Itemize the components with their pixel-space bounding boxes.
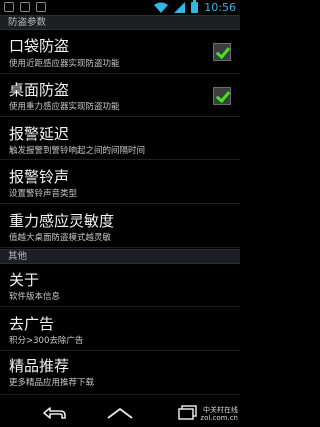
desktop-anti-theft-checkbox[interactable] <box>213 87 231 105</box>
notification-icon <box>20 2 30 12</box>
navigation-bar: 中关村在线 zol.com.cn <box>0 400 240 427</box>
setting-about[interactable]: 关于 软件版本信息 <box>0 264 240 307</box>
section-header-label: 其他 <box>8 251 28 262</box>
status-bar: 10:56 <box>0 0 240 15</box>
setting-summary: 软件版本信息 <box>9 292 61 302</box>
setting-desktop-anti-theft[interactable]: 桌面防盗 使用重力感应器实现防盗功能 <box>0 74 240 117</box>
setting-title: 去广告 <box>9 315 55 333</box>
wifi-icon <box>154 2 169 13</box>
settings-screen: 10:56 防盗参数 口袋防盗 使用近距感应器实现防盗功能 桌面防盗 使用重力感… <box>0 0 240 427</box>
notification-icons <box>4 2 46 12</box>
home-icon[interactable] <box>105 404 135 422</box>
setting-title: 重力感应灵敏度 <box>9 212 115 230</box>
notification-icon <box>4 2 14 12</box>
setting-alarm-ringtone[interactable]: 报警铃声 设置警铃声音类型 <box>0 160 240 204</box>
setting-title: 口袋防盗 <box>9 37 70 55</box>
section-header-other: 其他 <box>0 249 240 264</box>
setting-summary: 值越大桌面防盗模式越灵敏 <box>9 233 112 243</box>
setting-title: 桌面防盗 <box>9 81 70 99</box>
signal-icon <box>174 2 186 13</box>
section-header-label: 防盗参数 <box>8 17 47 28</box>
setting-alarm-delay[interactable]: 报警延迟 触发报警到警铃响起之间的间隔时间 <box>0 117 240 160</box>
notification-icon <box>36 2 46 12</box>
system-icons: 10:56 <box>154 0 236 14</box>
setting-summary: 使用近距感应器实现防盗功能 <box>9 59 120 69</box>
section-header-anti-theft: 防盗参数 <box>0 15 240 30</box>
watermark-line1: 中关村在线 <box>203 406 238 414</box>
setting-title: 精品推荐 <box>9 357 70 375</box>
watermark-line2: zol.com.cn <box>200 414 238 422</box>
setting-summary: 积分>300去除广告 <box>9 336 84 346</box>
setting-title: 关于 <box>9 271 40 289</box>
watermark: 中关村在线 zol.com.cn <box>200 406 238 422</box>
setting-title: 报警铃声 <box>9 168 70 186</box>
setting-summary: 更多精品应用推荐下载 <box>9 378 95 388</box>
setting-pocket-anti-theft[interactable]: 口袋防盗 使用近距感应器实现防盗功能 <box>0 30 240 74</box>
setting-recommended-apps[interactable]: 精品推荐 更多精品应用推荐下载 <box>0 351 240 395</box>
back-icon[interactable] <box>40 404 68 422</box>
setting-title: 报警延迟 <box>9 125 70 143</box>
pocket-anti-theft-checkbox[interactable] <box>213 43 231 61</box>
battery-icon <box>191 0 199 13</box>
recent-apps-icon[interactable] <box>176 404 200 422</box>
setting-gravity-sensitivity[interactable]: 重力感应灵敏度 值越大桌面防盗模式越灵敏 <box>0 204 240 248</box>
setting-summary: 设置警铃声音类型 <box>9 189 78 199</box>
setting-summary: 触发报警到警铃响起之间的间隔时间 <box>9 146 146 156</box>
clock: 10:56 <box>204 1 236 14</box>
setting-remove-ads[interactable]: 去广告 积分>300去除广告 <box>0 307 240 351</box>
setting-summary: 使用重力感应器实现防盗功能 <box>9 102 120 112</box>
